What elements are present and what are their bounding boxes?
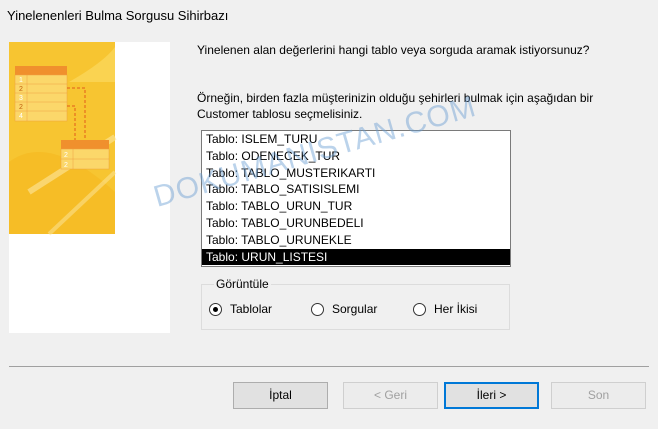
- wizard-art-graphic: 1 2 3 2 4 2 2: [9, 42, 117, 236]
- list-item[interactable]: Tablo: TABLO_URUN_TUR: [202, 198, 510, 215]
- view-group-legend: Görüntüle: [214, 277, 271, 291]
- example-text-line1: Örneğin, birden fazla müşterinizin olduğ…: [197, 91, 594, 105]
- radio-unchecked-icon[interactable]: [413, 302, 426, 316]
- example-text-line2: Customer tablosu seçmelisiniz.: [197, 107, 363, 121]
- art-number: 4: [19, 113, 23, 120]
- list-item[interactable]: Tablo: TABLO_URUNEKLE: [202, 232, 510, 249]
- radio-both-label: Her İkisi: [434, 302, 478, 316]
- back-button[interactable]: < Geri: [343, 382, 438, 409]
- radio-both[interactable]: Her İkisi: [413, 301, 477, 317]
- radio-queries-label: Sorgular: [332, 302, 378, 316]
- art-number: 3: [19, 95, 23, 102]
- art-number: 2: [64, 162, 68, 169]
- art-number: 1: [19, 77, 23, 84]
- finish-button[interactable]: Son: [551, 382, 646, 409]
- art-number: 2: [64, 152, 68, 159]
- list-item-selected[interactable]: Tablo: URUN_LISTESI: [202, 248, 510, 266]
- radio-queries[interactable]: Sorgular: [311, 301, 377, 317]
- list-item[interactable]: Tablo: ODENECEK_TUR: [202, 148, 510, 165]
- cancel-button[interactable]: İptal: [233, 382, 328, 409]
- list-item[interactable]: Tablo: TABLO_MUSTERIKARTI: [202, 165, 510, 182]
- question-text: Yinelenen alan değerlerini hangi tablo v…: [197, 43, 590, 57]
- separator-line: [9, 366, 649, 367]
- table-listbox[interactable]: Tablo: ISLEM_TURU Tablo: ODENECEK_TUR Ta…: [201, 130, 511, 267]
- wizard-illustration: 1 2 3 2 4 2 2: [9, 42, 170, 333]
- radio-tables[interactable]: Tablolar: [209, 301, 272, 317]
- window-title: Yinelenenleri Bulma Sorgusu Sihirbazı: [7, 8, 229, 23]
- radio-unchecked-icon[interactable]: [311, 302, 324, 316]
- radio-tables-label: Tablolar: [230, 302, 273, 316]
- list-item[interactable]: Tablo: TABLO_SATISISLEMI: [202, 181, 510, 198]
- art-number: 2: [19, 104, 23, 111]
- radio-checked-icon[interactable]: [209, 302, 222, 316]
- list-item[interactable]: Tablo: ISLEM_TURU: [202, 131, 510, 148]
- art-number: 2: [19, 86, 23, 93]
- next-button[interactable]: İleri >: [444, 382, 539, 409]
- list-item[interactable]: Tablo: TABLO_URUNBEDELI: [202, 215, 510, 232]
